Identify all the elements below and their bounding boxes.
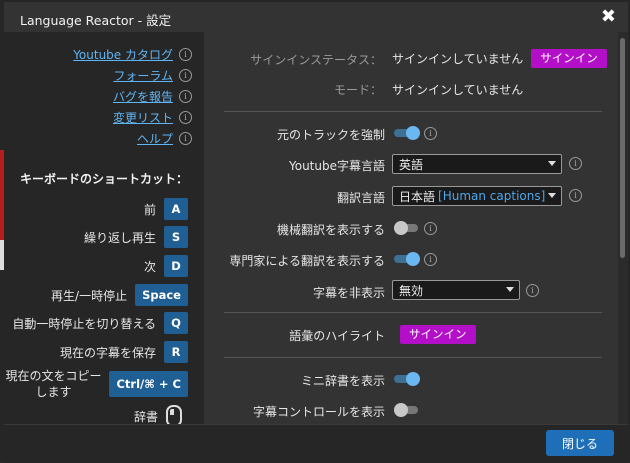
translation-lang-label: 翻訳言語 xyxy=(336,191,385,205)
yt-sub-lang-label: Youtube字幕言語 xyxy=(289,159,385,173)
title-bar: Language Reactor - 設定 ✖ xyxy=(4,2,628,32)
divider xyxy=(224,357,602,358)
forum-link[interactable]: フォーラム xyxy=(113,67,173,84)
shortcut-row: 現在の文をコピーします Ctrl/⌘ + C xyxy=(5,368,188,400)
shortcut-key: A xyxy=(164,198,188,220)
left-panel: Youtube カタログ i フォーラム i バグを報告 i 変更リスト i ヘ… xyxy=(4,32,204,427)
chevron-down-icon xyxy=(506,287,514,292)
shortcut-key: Ctrl/⌘ + C xyxy=(109,371,188,397)
close-icon[interactable]: ✖ xyxy=(601,6,616,27)
info-icon[interactable]: i xyxy=(569,157,582,170)
shortcut-row: 次 D xyxy=(144,255,188,277)
shortcut-label: 再生/一時停止 xyxy=(51,288,128,303)
shortcut-row: 繰り返し再生 S xyxy=(84,226,188,248)
info-icon[interactable]: i xyxy=(569,189,582,202)
hide-subs-select[interactable]: 無効 xyxy=(392,280,520,300)
link-row-help: ヘルプ i xyxy=(137,130,192,147)
vocab-signin-button[interactable]: サインイン xyxy=(400,325,476,344)
mini-dict-toggle[interactable] xyxy=(394,372,420,386)
shortcut-key: Q xyxy=(164,312,188,334)
original-track-toggle[interactable] xyxy=(394,126,420,140)
shortcut-key: R xyxy=(164,341,188,363)
divider xyxy=(224,312,602,313)
info-icon[interactable]: i xyxy=(424,253,437,266)
machine-trans-toggle[interactable] xyxy=(394,221,420,235)
info-icon[interactable]: i xyxy=(179,132,192,145)
info-icon[interactable]: i xyxy=(526,284,539,297)
sub-controls-toggle[interactable] xyxy=(394,403,420,417)
yt-sub-lang-select[interactable]: 英語 xyxy=(392,154,562,174)
shortcut-key: D xyxy=(164,255,188,277)
shortcut-label: 繰り返し再生 xyxy=(83,230,156,245)
dialog-footer: 閉じる xyxy=(4,424,628,463)
link-row-forum: フォーラム i xyxy=(113,67,192,84)
report-bug-link[interactable]: バグを報告 xyxy=(113,88,173,105)
shortcut-label: 次 xyxy=(143,259,156,274)
info-icon[interactable]: i xyxy=(179,111,192,124)
shortcut-label: 現在の字幕を保存 xyxy=(59,345,156,360)
expert-trans-toggle[interactable] xyxy=(394,252,420,266)
scrollbar[interactable] xyxy=(618,32,628,424)
mode-label: モード： xyxy=(333,83,382,97)
shortcut-key: S xyxy=(164,226,188,248)
translation-lang-select[interactable]: 日本語 [Human captions] xyxy=(392,186,562,206)
sub-controls-label: 字幕コントロールを表示 xyxy=(252,405,385,419)
mode-value: サインインしていません xyxy=(392,83,524,97)
settings-dialog: Language Reactor - 設定 ✖ Youtube カタログ i フ… xyxy=(0,0,630,463)
divider xyxy=(224,111,602,112)
chevron-down-icon xyxy=(548,161,556,166)
expert-trans-label: 専門家による翻訳を表示する xyxy=(229,254,385,268)
changelog-link[interactable]: 変更リスト xyxy=(113,109,173,126)
link-row-bug: バグを報告 i xyxy=(113,88,192,105)
settings-panel: サインインステータス： サインインしていません サインイン モード： サインイン… xyxy=(204,32,618,424)
signin-status-group: サインインしていません サインイン xyxy=(392,49,607,68)
close-button[interactable]: 閉じる xyxy=(546,430,614,456)
mini-dict-label: ミニ辞書を表示 xyxy=(300,374,385,388)
catalog-link[interactable]: Youtube カタログ xyxy=(73,46,173,63)
translation-lang-extra: [Human captions] xyxy=(438,189,546,203)
scrollbar-thumb[interactable] xyxy=(620,38,625,258)
machine-trans-label: 機械翻訳を表示する xyxy=(276,223,385,237)
link-row-catalog: Youtube カタログ i xyxy=(73,46,192,63)
vocab-highlight-label: 語彙のハイライト xyxy=(289,329,385,343)
hide-subs-value: 無効 xyxy=(399,283,424,298)
hide-subs-label: 字幕を非表示 xyxy=(312,286,385,300)
shortcut-row: 現在の字幕を保存 R xyxy=(60,341,188,363)
info-icon[interactable]: i xyxy=(424,222,437,235)
shortcut-label: 自動一時停止を切り替える xyxy=(12,316,156,331)
info-icon[interactable]: i xyxy=(179,90,192,103)
shortcut-label: 前 xyxy=(143,202,156,217)
shortcuts-title: キーボードのショートカット： xyxy=(19,172,188,186)
shortcut-row: 前 A xyxy=(144,198,188,220)
translation-lang-value: 日本語 xyxy=(399,189,436,204)
link-row-changelog: 変更リスト i xyxy=(113,109,192,126)
info-icon[interactable]: i xyxy=(424,127,437,140)
signin-button[interactable]: サインイン xyxy=(531,49,607,68)
shortcut-label: 現在の文をコピーします xyxy=(5,369,102,399)
help-link[interactable]: ヘルプ xyxy=(137,130,173,147)
dialog-title: Language Reactor - 設定 xyxy=(20,13,172,28)
yt-sub-lang-value: 英語 xyxy=(399,157,424,172)
shortcut-row: 再生/一時停止 Space xyxy=(51,284,188,306)
original-track-label: 元のトラックを強制 xyxy=(276,128,385,142)
signin-status-value: サインインしていません xyxy=(392,52,524,66)
signin-status-label: サインインステータス： xyxy=(250,53,382,67)
shortcut-row: 自動一時停止を切り替える Q xyxy=(12,312,188,334)
info-icon[interactable]: i xyxy=(179,48,192,61)
shortcut-key: Space xyxy=(135,284,188,306)
info-icon[interactable]: i xyxy=(179,69,192,82)
chevron-down-icon xyxy=(548,193,556,198)
shortcut-label: 辞書 xyxy=(133,409,158,424)
